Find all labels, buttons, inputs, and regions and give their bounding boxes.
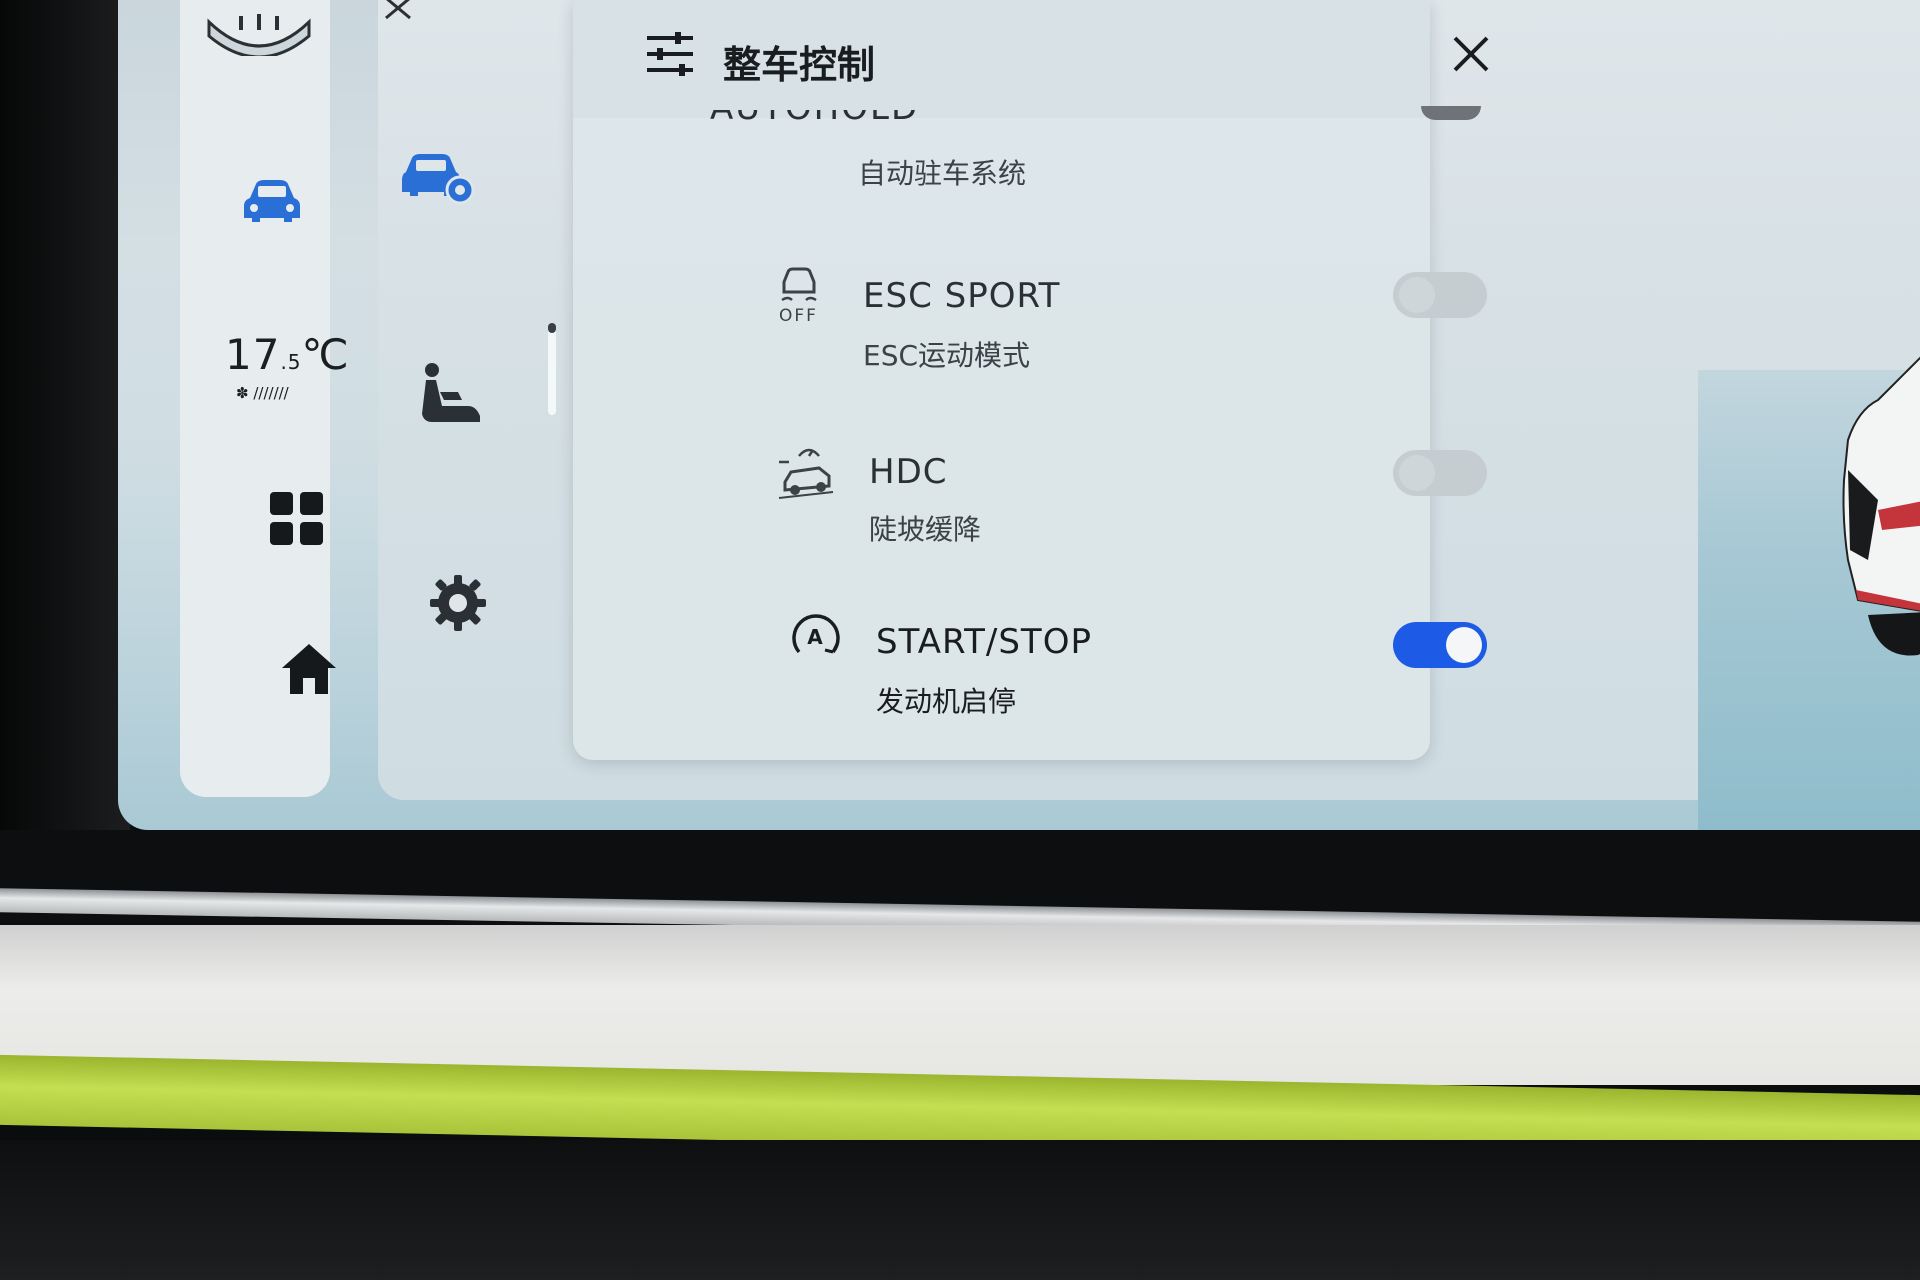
seat-icon[interactable] <box>418 362 484 424</box>
esc-sport-subtitle: ESC运动模式 <box>863 339 1031 372</box>
esc-sport-title: ESC SPORT <box>863 276 1061 316</box>
start-stop-toggle[interactable] <box>1393 622 1487 668</box>
vehicle-control-dialog: 整车控制 AUTOHOLD 自动驻车系统 OFF ESC SPORT ESC运动… <box>573 0 1489 760</box>
esc-sport-toggle-knob <box>1399 277 1435 313</box>
start-stop-title: START/STOP <box>876 622 1092 662</box>
left-bezel <box>0 0 130 915</box>
dashboard-lower <box>0 1140 1920 1280</box>
fan-icon: ✽ <box>236 384 249 402</box>
autohold-subtitle: 自动驻车系统 <box>858 157 1027 190</box>
svg-text:A: A <box>807 625 823 649</box>
vehicle-render <box>1842 356 1920 656</box>
car-settings-icon[interactable] <box>398 150 476 206</box>
temperature-main: 17 <box>225 330 281 379</box>
esc-off-icon <box>781 267 817 302</box>
hdc-icon <box>778 448 834 499</box>
hdc-toggle[interactable] <box>1393 450 1487 496</box>
side-scrollbar-thumb[interactable] <box>548 323 556 333</box>
hdc-subtitle: 陡坡缓降 <box>869 513 982 546</box>
infotainment-screen: 17.5℃ ✽ /////// 整车控制 自动驻车系统 OFF ESC SPOR… <box>118 0 1920 830</box>
esc-off-caption: OFF <box>779 306 818 326</box>
gear-icon[interactable] <box>428 573 488 633</box>
close-icon[interactable] <box>1449 32 1493 76</box>
side-scrollbar-track[interactable] <box>548 323 556 415</box>
auto-start-stop-icon: A <box>792 614 840 654</box>
autohold-title-clipped: AUTOHOLD <box>710 110 960 128</box>
mirror-icon[interactable] <box>205 8 313 56</box>
esc-sport-toggle[interactable] <box>1393 272 1487 318</box>
start-stop-toggle-knob <box>1446 627 1482 663</box>
left-quick-panel: 17.5℃ ✽ /////// <box>180 0 349 797</box>
apps-grid-icon[interactable] <box>270 492 324 546</box>
home-icon[interactable] <box>280 642 338 696</box>
start-stop-subtitle: 发动机启停 <box>876 685 1017 718</box>
autohold-toggle[interactable] <box>1421 106 1481 120</box>
dialog-header: 整车控制 <box>573 0 1489 118</box>
hdc-toggle-knob <box>1399 455 1435 491</box>
fan-speed[interactable]: ✽ /////// <box>236 384 289 402</box>
hdc-title: HDC <box>869 452 948 492</box>
autohold-title: AUTOHOLD <box>710 110 919 128</box>
temperature-display[interactable]: 17.5℃ <box>225 330 349 379</box>
dialog-title: 整车控制 <box>723 43 876 87</box>
panel-close-icon[interactable] <box>380 0 420 24</box>
fan-level: /////// <box>253 384 289 402</box>
sliders-icon <box>647 32 693 76</box>
temperature-decimal: .5 <box>280 350 302 374</box>
temperature-unit: ℃ <box>301 330 350 379</box>
car-icon[interactable] <box>240 176 304 226</box>
